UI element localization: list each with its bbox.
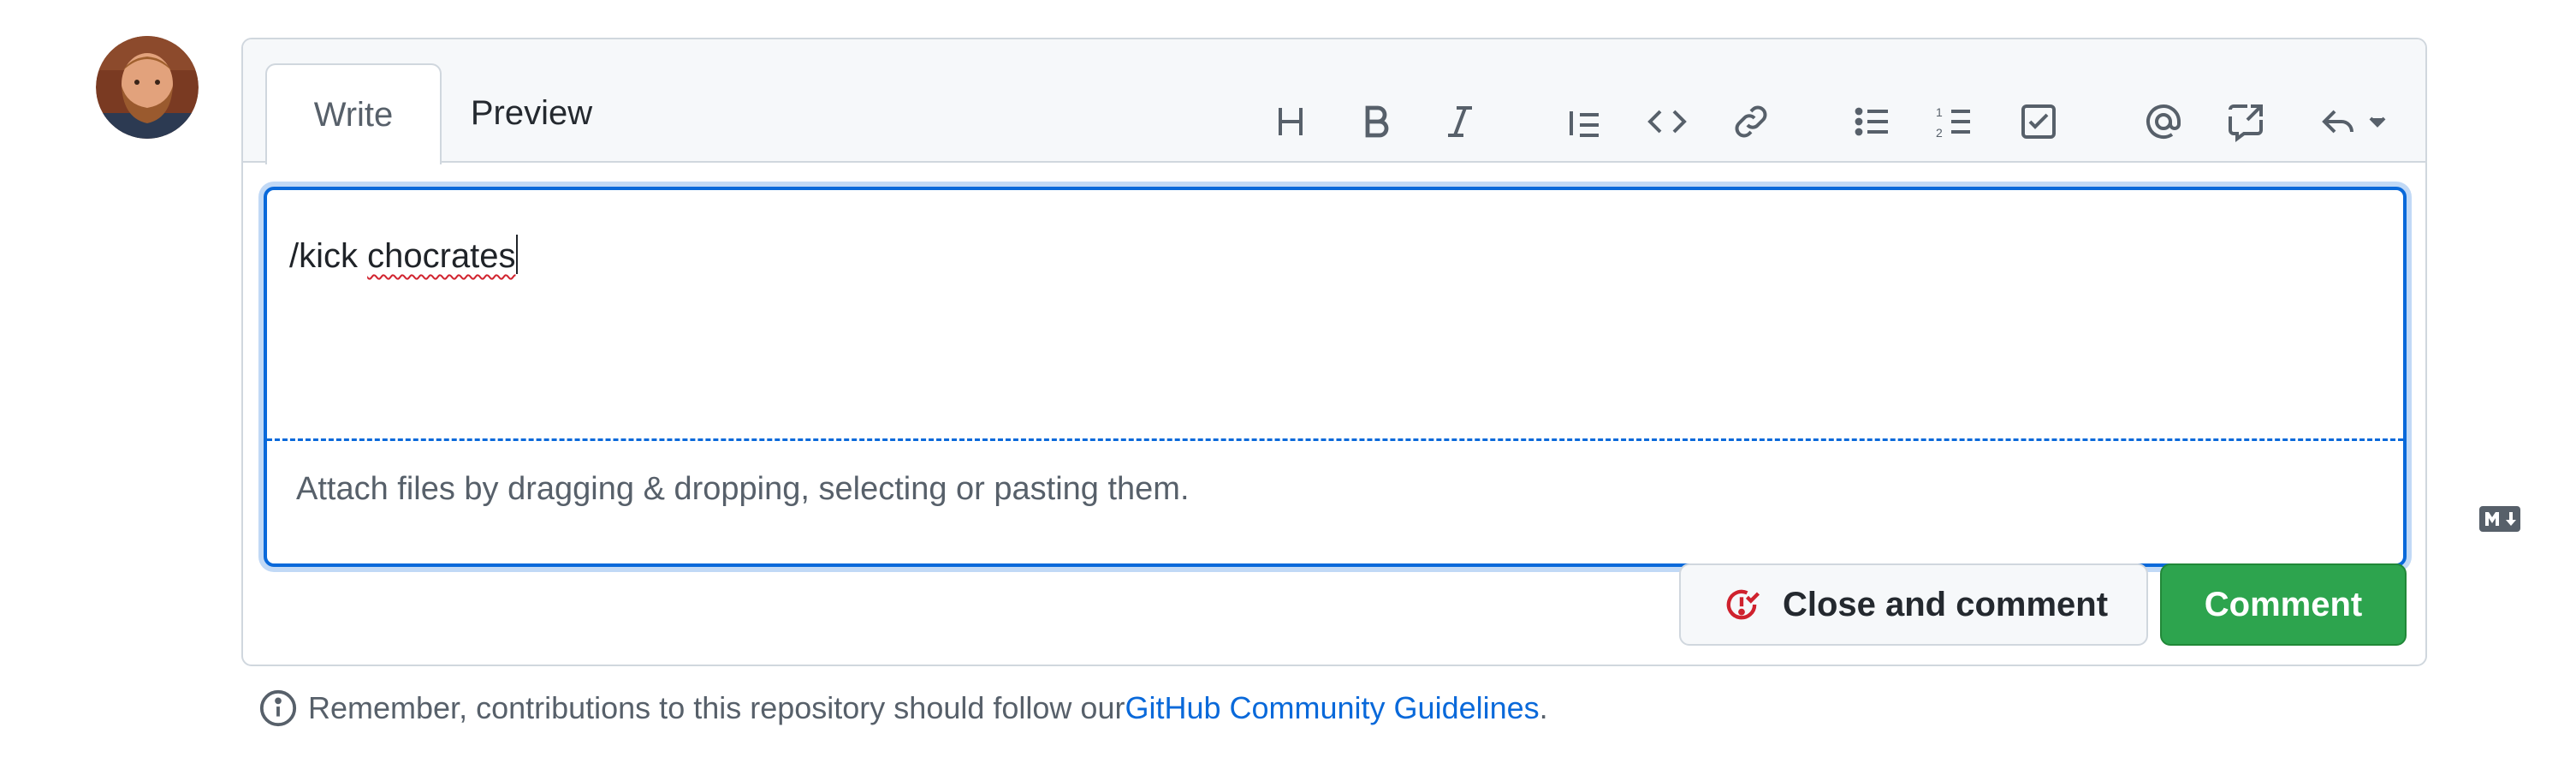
task-list-icon[interactable] (2015, 98, 2063, 146)
text-caret (515, 235, 518, 274)
issue-closed-icon (1726, 589, 1760, 620)
numbered-list-icon[interactable]: 12 (1931, 98, 1979, 146)
tab-preview-label: Preview (470, 94, 593, 132)
saved-reply-icon[interactable] (2314, 98, 2400, 146)
misspelled-word: chocrates (367, 237, 516, 275)
comment-editor[interactable]: /kick chocrates Attach files by dragging… (264, 187, 2407, 567)
heading-icon[interactable] (1267, 98, 1315, 146)
avatar-image (96, 36, 199, 139)
note-end: . (1539, 690, 1548, 725)
close-and-comment-label: Close and comment (1782, 585, 2109, 623)
comment-text: /kick (289, 237, 368, 275)
page: Write Preview 1 2 /kick chocrates Attach… (0, 0, 2576, 769)
svg-text:2: 2 (1936, 126, 1943, 140)
bold-icon[interactable] (1352, 98, 1400, 146)
tab-preview[interactable]: Preview (450, 63, 613, 163)
attach-files-text[interactable]: Attach files by dragging & dropping, sel… (296, 471, 1190, 508)
community-guidelines-link[interactable]: GitHub Community Guidelines (1125, 690, 1539, 726)
editor-tabbar: Write Preview 1 2 (243, 39, 2425, 164)
link-icon[interactable] (1727, 98, 1775, 146)
italic-icon[interactable] (1436, 98, 1484, 146)
comment-textarea[interactable]: /kick chocrates (289, 235, 518, 274)
code-icon[interactable] (1643, 98, 1691, 146)
bulleted-list-icon[interactable] (1849, 98, 1896, 146)
reference-icon[interactable] (2222, 98, 2270, 146)
comment-button-label: Comment (2204, 585, 2363, 623)
comment-button[interactable]: Comment (2160, 563, 2407, 646)
tab-write[interactable]: Write (265, 63, 442, 164)
close-and-comment-button[interactable]: Close and comment (1679, 563, 2148, 646)
info-icon (259, 689, 297, 727)
community-guidelines-note: Remember, contributions to this reposito… (258, 689, 1548, 728)
mention-icon[interactable] (2140, 98, 2187, 146)
markdown-icon[interactable] (2478, 505, 2521, 533)
note-text: Remember, contributions to this reposito… (308, 690, 1125, 725)
svg-text:1: 1 (1936, 105, 1943, 119)
tab-write-label: Write (313, 96, 394, 134)
avatar[interactable] (96, 36, 199, 139)
quote-icon[interactable] (1561, 98, 1609, 146)
